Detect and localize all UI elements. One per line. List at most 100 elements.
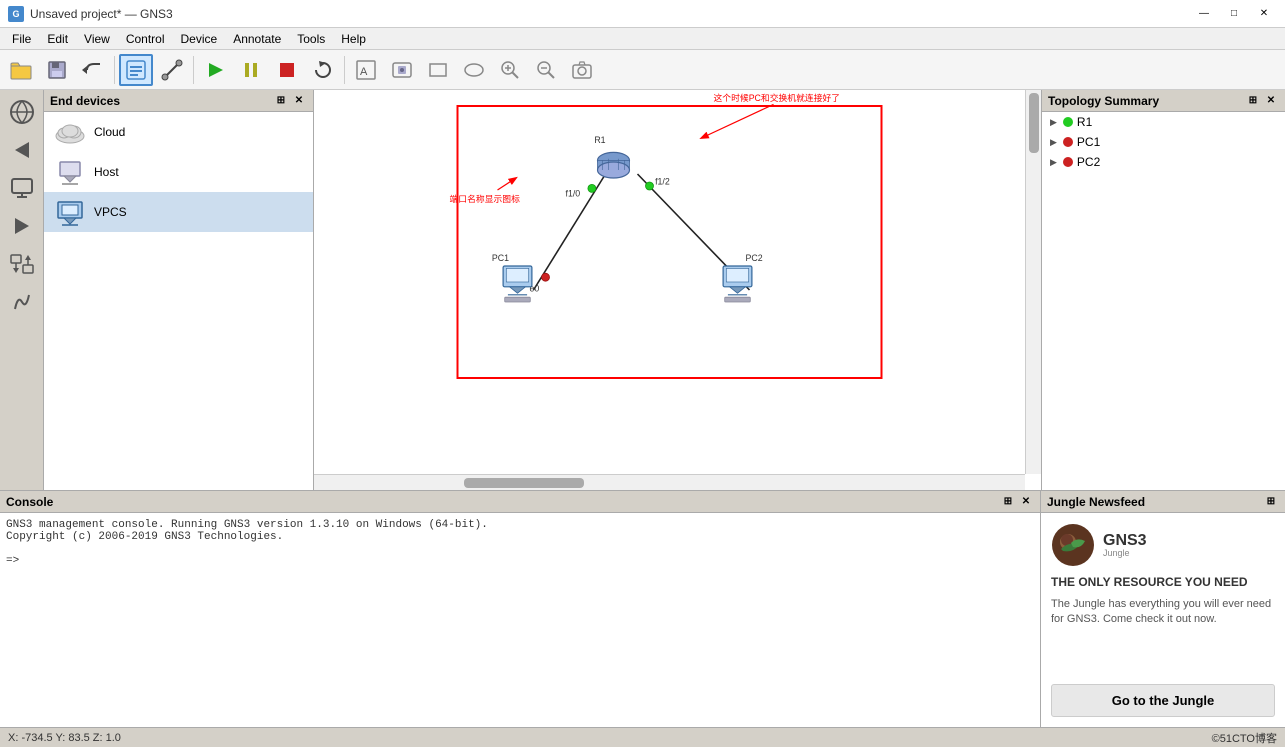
reload-button[interactable] <box>306 54 340 86</box>
open-folder-button[interactable] <box>4 54 38 86</box>
menu-tools[interactable]: Tools <box>289 30 333 48</box>
ts-status-r1 <box>1063 117 1073 127</box>
toolbar-separator-3 <box>344 56 345 84</box>
jungle-expand-button[interactable]: ⊞ <box>1263 494 1279 510</box>
undo-button[interactable] <box>76 54 110 86</box>
menu-annotate[interactable]: Annotate <box>225 30 289 48</box>
vertical-scrollbar-thumb[interactable] <box>1029 93 1039 153</box>
svg-text:A: A <box>360 66 368 78</box>
statusbar: X: -734.5 Y: 83.5 Z: 1.0 ©51CTO博客 <box>0 727 1285 747</box>
back-button[interactable] <box>4 132 40 168</box>
console-title: Console <box>6 495 1000 509</box>
console-expand-button[interactable]: ⊞ <box>1000 494 1016 510</box>
monitor-button[interactable] <box>4 170 40 206</box>
window-title: Unsaved project* — GNS3 <box>30 7 173 21</box>
go-to-jungle-button[interactable]: Go to the Jungle <box>1051 684 1275 717</box>
ts-label-pc2: PC2 <box>1077 155 1100 169</box>
device-vpcs[interactable]: VPCS <box>44 192 313 232</box>
pause-button[interactable] <box>234 54 268 86</box>
port-label-f1-0: f1/0 <box>566 188 581 198</box>
node-pc1[interactable]: PC1 <box>492 253 532 302</box>
svg-text:PC2: PC2 <box>746 253 763 263</box>
menu-control[interactable]: Control <box>118 30 173 48</box>
topology-canvas[interactable]: f1/0 f1/2 e0 e0 R1 <box>314 90 1041 474</box>
show-interfaces-button[interactable] <box>119 54 153 86</box>
toolbar: A <box>0 50 1285 90</box>
rectangle-button[interactable] <box>421 54 455 86</box>
app-icon: G <box>8 6 24 22</box>
squiggle-button[interactable] <box>4 284 40 320</box>
cloud-device-icon <box>54 118 86 146</box>
jungle-logo-text-area: GNS3 Jungle <box>1103 532 1147 559</box>
cloud-label: Cloud <box>94 125 125 139</box>
jungle-logo-sub: Jungle <box>1103 549 1147 558</box>
close-button[interactable]: ✕ <box>1251 5 1277 23</box>
vpcs-device-icon <box>54 198 86 226</box>
canvas-area[interactable]: f1/0 f1/2 e0 e0 R1 <box>314 90 1041 490</box>
menu-edit[interactable]: Edit <box>39 30 76 48</box>
add-link-button[interactable] <box>155 54 189 86</box>
console-line-3 <box>6 543 1034 555</box>
browse-all-button[interactable] <box>4 94 40 130</box>
stop-button[interactable] <box>270 54 304 86</box>
status-copyright: ©51CTO博客 <box>1212 730 1277 746</box>
jungle-content: GNS3 Jungle THE ONLY RESOURCE YOU NEED T… <box>1041 513 1285 727</box>
horizontal-scrollbar-thumb[interactable] <box>464 478 584 488</box>
annotation-arrow-2 <box>498 178 516 190</box>
vertical-scrollbar[interactable] <box>1025 90 1041 474</box>
console-prompt: => <box>6 555 1034 567</box>
menu-help[interactable]: Help <box>333 30 374 48</box>
main-area: End devices ⊞ ✕ Cloud Host VPCS <box>0 90 1285 490</box>
panel-expand-button[interactable]: ⊞ <box>273 93 289 109</box>
toolbar-separator-1 <box>114 56 115 84</box>
menu-device[interactable]: Device <box>173 30 226 48</box>
port-dot-f1-2 <box>646 182 654 190</box>
jungle-header: Jungle Newsfeed ⊞ <box>1041 491 1285 513</box>
jungle-title: Jungle Newsfeed <box>1047 495 1263 509</box>
ts-chevron-pc2: ▶ <box>1050 157 1057 168</box>
zoom-in-button[interactable] <box>493 54 527 86</box>
screenshot-button[interactable] <box>385 54 419 86</box>
minimize-button[interactable]: — <box>1191 5 1217 23</box>
maximize-button[interactable]: □ <box>1221 5 1247 23</box>
camera-button[interactable] <box>565 54 599 86</box>
topology-summary-panel: Topology Summary ⊞ ✕ ▶ R1 ▶ PC1 ▶ PC2 <box>1041 90 1285 490</box>
topology-summary-title: Topology Summary <box>1048 94 1245 108</box>
panel-close-button[interactable]: ✕ <box>291 93 307 109</box>
console-content: GNS3 management console. Running GNS3 ve… <box>0 513 1040 727</box>
ts-item-r1[interactable]: ▶ R1 <box>1042 112 1285 132</box>
ellipse-button[interactable] <box>457 54 491 86</box>
annotation-connected: 这个时候PC和交换机就连接好了 <box>714 92 841 103</box>
annotation-port-icon: 端口名称显示图标 <box>450 193 521 204</box>
ts-item-pc2[interactable]: ▶ PC2 <box>1042 152 1285 172</box>
svg-text:R1: R1 <box>594 135 605 145</box>
switch-devices-button[interactable] <box>4 246 40 282</box>
host-label: Host <box>94 165 119 179</box>
device-cloud[interactable]: Cloud <box>44 112 313 152</box>
node-pc2[interactable]: PC2 <box>723 253 763 302</box>
ts-expand-button[interactable]: ⊞ <box>1245 93 1261 109</box>
menu-file[interactable]: File <box>4 30 39 48</box>
console-close-button[interactable]: ✕ <box>1018 494 1034 510</box>
device-host[interactable]: Host <box>44 152 313 192</box>
zoom-out-button[interactable] <box>529 54 563 86</box>
ts-chevron-pc1: ▶ <box>1050 137 1057 148</box>
titlebar: G Unsaved project* — GNS3 — □ ✕ <box>0 0 1285 28</box>
menubar: File Edit View Control Device Annotate T… <box>0 28 1285 50</box>
ts-close-button[interactable]: ✕ <box>1263 93 1279 109</box>
end-devices-panel: End devices ⊞ ✕ Cloud Host VPCS <box>44 90 314 490</box>
horizontal-scrollbar[interactable] <box>314 474 1025 490</box>
red-border-box <box>458 106 882 378</box>
node-r1[interactable]: R1 <box>594 135 629 178</box>
port-label-f1-2: f1/2 <box>655 176 670 186</box>
save-button[interactable] <box>40 54 74 86</box>
port-dot-f1-0 <box>588 184 596 192</box>
jungle-logo-icon <box>1051 523 1095 567</box>
ts-label-pc1: PC1 <box>1077 135 1100 149</box>
edit-text-button[interactable]: A <box>349 54 383 86</box>
ts-item-pc1[interactable]: ▶ PC1 <box>1042 132 1285 152</box>
forward-button[interactable] <box>4 208 40 244</box>
menu-view[interactable]: View <box>76 30 118 48</box>
run-button[interactable] <box>198 54 232 86</box>
jungle-newsfeed-panel: Jungle Newsfeed ⊞ GNS3 <box>1041 491 1285 727</box>
